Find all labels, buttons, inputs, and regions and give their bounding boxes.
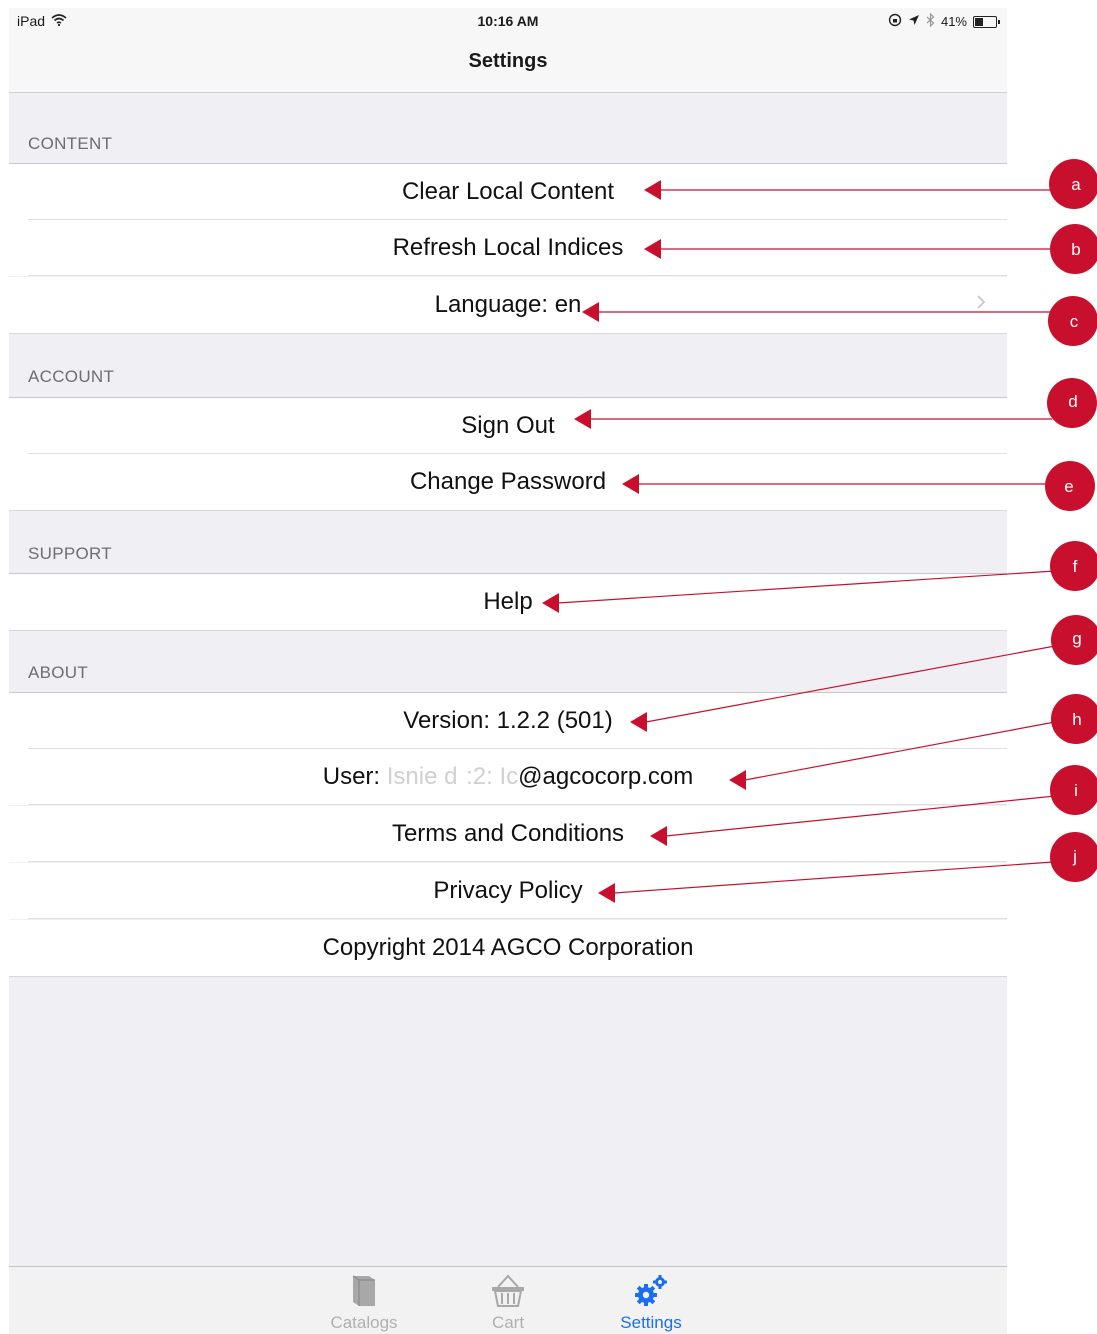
callout-marker-b <box>1050 224 1097 274</box>
terms-and-conditions-button[interactable]: Terms and Conditions <box>9 806 1007 862</box>
callout-label-j: j <box>1072 847 1077 866</box>
callout-marker-f <box>1050 541 1097 591</box>
tab-settings[interactable]: Settings <box>601 1273 701 1333</box>
help-button[interactable]: Help <box>9 573 1007 631</box>
callout-marker-h <box>1051 694 1097 744</box>
copyright-row: Copyright 2014 AGCO Corporation <box>9 920 1007 977</box>
language-row[interactable]: Language: en <box>9 277 1007 334</box>
navigation-bar: Settings <box>9 36 1007 93</box>
battery-percent: 41% <box>940 14 967 29</box>
bluetooth-icon <box>926 12 935 30</box>
sign-out-button[interactable]: Sign Out <box>9 397 1007 454</box>
section-header-about: ABOUT <box>28 663 89 682</box>
change-password-label: Change Password <box>409 468 607 495</box>
callout-label-g: g <box>1072 629 1081 648</box>
callout-label-e: e <box>1064 477 1073 496</box>
status-time: 10:16 AM <box>477 13 539 29</box>
tab-bar: Catalogs Cart Settings <box>9 1266 1007 1334</box>
language-label: Language: en <box>434 291 582 318</box>
version-label: Version: 1.2.2 (501) <box>403 707 613 734</box>
gears-icon <box>635 1275 667 1306</box>
callout-marker-d <box>1047 378 1097 428</box>
tab-catalogs-label: Catalogs <box>330 1313 398 1332</box>
page-title: Settings <box>468 50 548 72</box>
callout-marker-i <box>1050 765 1097 815</box>
tab-cart[interactable]: Cart <box>458 1273 558 1333</box>
basket-icon <box>492 1274 524 1307</box>
refresh-local-indices-label: Refresh Local Indices <box>392 234 624 261</box>
section-header-account: ACCOUNT <box>28 367 115 386</box>
rotation-lock-icon <box>888 13 902 30</box>
callout-label-d: d <box>1068 392 1077 411</box>
callout-marker-c <box>1048 296 1097 346</box>
battery-icon <box>973 15 1000 28</box>
user-name-blurred: Isnie d :2: Ic <box>386 763 519 790</box>
callout-marker-g <box>1051 615 1097 665</box>
row-divider <box>28 804 1007 805</box>
clear-local-content-button[interactable]: Clear Local Content <box>9 163 1007 220</box>
user-prefix: User: <box>322 763 381 790</box>
terms-and-conditions-label: Terms and Conditions <box>391 820 625 847</box>
callout-marker-e <box>1045 461 1095 511</box>
tab-cart-label: Cart <box>491 1313 525 1332</box>
help-label: Help <box>483 588 533 615</box>
callout-marker-a <box>1049 159 1097 209</box>
status-right: 41% <box>888 12 1000 30</box>
clear-local-content-label: Clear Local Content <box>401 178 615 205</box>
book-icon <box>352 1275 375 1306</box>
refresh-local-indices-button[interactable]: Refresh Local Indices <box>9 220 1007 276</box>
version-row: Version: 1.2.2 (501) <box>9 692 1007 749</box>
user-domain: @agcocorp.com <box>518 763 694 790</box>
tab-settings-label: Settings <box>620 1313 682 1332</box>
row-divider <box>28 861 1007 862</box>
callout-label-h: h <box>1072 710 1081 729</box>
privacy-policy-button[interactable]: Privacy Policy <box>9 863 1007 919</box>
user-label: User: Isnie d :2: Ic@agcocorp.com <box>9 763 1007 791</box>
row-divider <box>28 918 1007 919</box>
copyright-label: Copyright 2014 AGCO Corporation <box>322 934 694 961</box>
callout-label-b: b <box>1071 240 1080 259</box>
sign-out-label: Sign Out <box>461 412 555 439</box>
privacy-policy-label: Privacy Policy <box>433 877 583 904</box>
callout-label-c: c <box>1070 312 1079 331</box>
change-password-button[interactable]: Change Password <box>9 454 1007 511</box>
section-header-support: SUPPORT <box>28 544 112 563</box>
callout-label-i: i <box>1074 781 1078 800</box>
callout-label-a: a <box>1071 175 1081 194</box>
user-row: User: Isnie d :2: Ic@agcocorp.com <box>9 749 1007 805</box>
callout-label-f: f <box>1073 557 1078 576</box>
tab-catalogs[interactable]: Catalogs <box>314 1273 414 1333</box>
callout-marker-j <box>1050 832 1097 882</box>
row-divider <box>28 275 1007 276</box>
section-header-content: CONTENT <box>28 134 113 153</box>
location-icon <box>908 14 920 29</box>
ipad-screen: iPad 10:16 AM 41% Settings CONTENT Clear… <box>9 8 1007 1334</box>
status-bar: iPad 10:16 AM 41% <box>9 8 1007 36</box>
chevron-right-icon <box>977 295 986 309</box>
